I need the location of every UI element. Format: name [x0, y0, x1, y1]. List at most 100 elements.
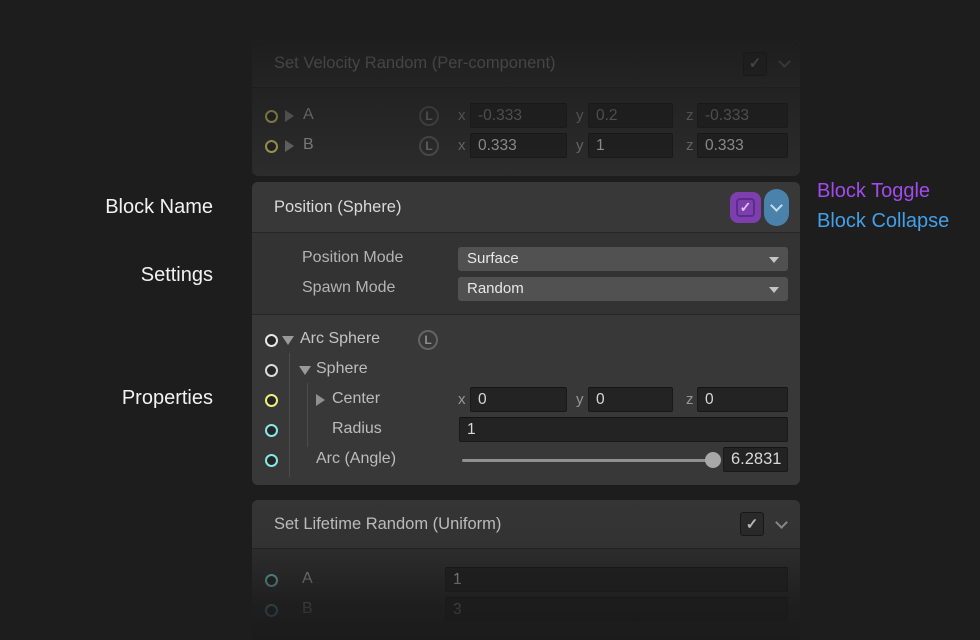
radius-field[interactable]: 1 [459, 417, 788, 442]
indent-guide [289, 383, 290, 417]
input-port[interactable] [265, 454, 278, 467]
local-space-icon[interactable]: L [419, 106, 439, 126]
input-port[interactable] [265, 574, 278, 587]
input-port[interactable] [265, 140, 278, 153]
property-row-arc-angle: Arc (Angle) 6.2831 [252, 445, 800, 475]
input-port[interactable] [265, 394, 278, 407]
slider-handle[interactable] [705, 452, 721, 468]
checkbox-box: ✓ [736, 198, 755, 217]
annotation-block-name: Block Name [0, 196, 213, 219]
x-field[interactable]: 0.333 [470, 133, 567, 158]
block-header[interactable]: Set Velocity Random (Per-component) ✓ [252, 40, 800, 87]
local-space-icon[interactable]: L [419, 136, 439, 156]
block-set-lifetime-random: Set Lifetime Random (Uniform) ✓ A 1 B 3 [252, 500, 800, 640]
position-mode-dropdown[interactable]: Surface [458, 247, 788, 271]
foldout-collapsed-icon[interactable] [285, 110, 294, 122]
input-port[interactable] [265, 364, 278, 377]
settings-section: Position Mode Surface Spawn Mode Random [252, 233, 800, 314]
block-collapse-button[interactable] [764, 189, 789, 226]
check-icon: ✓ [749, 56, 762, 71]
lock-letter: L [424, 333, 431, 347]
x-field[interactable]: -0.333 [470, 103, 567, 128]
vfx-graph-canvas: Block Name Settings Properties Block Tog… [0, 0, 980, 640]
annotation-block-collapse: Block Collapse [817, 210, 949, 233]
property-label: Arc Sphere [300, 330, 380, 348]
property-label: B [303, 136, 314, 154]
block-collapse-button[interactable] [777, 522, 786, 527]
property-label: A [303, 106, 314, 124]
indent-guide [289, 353, 290, 387]
setting-label: Spawn Mode [302, 279, 395, 297]
property-row-arc-sphere: Arc Sphere L [252, 325, 800, 355]
z-field[interactable]: -0.333 [697, 103, 788, 128]
lock-letter: L [425, 109, 432, 123]
property-row-sphere: Sphere [252, 355, 800, 385]
y-field[interactable]: 1 [588, 133, 673, 158]
property-label: A [302, 570, 313, 588]
annotation-block-toggle: Block Toggle [817, 180, 930, 203]
arc-angle-field[interactable]: 6.2831 [723, 447, 788, 472]
input-port[interactable] [265, 334, 278, 347]
z-field[interactable]: 0.333 [697, 133, 788, 158]
property-row-center: Center x 0 y 0 z 0 [252, 385, 800, 415]
axis-x-label: x [458, 391, 466, 408]
block-set-velocity-random: Set Velocity Random (Per-component) ✓ A … [252, 40, 800, 176]
property-label: Center [332, 390, 380, 408]
y-field[interactable]: 0 [588, 387, 673, 412]
arc-angle-slider[interactable] [462, 445, 713, 475]
block-body: A 1 B 3 [252, 549, 800, 625]
block-collapse-button[interactable] [780, 61, 789, 66]
axis-y-label: y [576, 391, 584, 408]
block-toggle-checkbox[interactable]: ✓ [730, 192, 761, 223]
property-row-a: A 1 [252, 565, 800, 595]
annotation-properties: Properties [0, 387, 213, 410]
setting-row: Position Mode Surface [252, 245, 800, 273]
local-space-icon[interactable]: L [418, 330, 438, 350]
input-port[interactable] [265, 110, 278, 123]
axis-z-label: z [686, 137, 694, 154]
axis-x-label: x [458, 137, 466, 154]
setting-row: Spawn Mode Random [252, 275, 800, 303]
spawn-mode-dropdown[interactable]: Random [458, 277, 788, 301]
value-field[interactable]: 3 [445, 597, 788, 622]
property-label: B [302, 600, 313, 618]
property-row-a: A L x -0.333 y 0.2 z -0.333 [252, 101, 800, 131]
block-enabled-checkbox[interactable]: ✓ [740, 512, 764, 536]
block-title: Position (Sphere) [274, 198, 730, 217]
z-field[interactable]: 0 [697, 387, 788, 412]
input-port[interactable] [265, 604, 278, 617]
property-row-b: B L x 0.333 y 1 z 0.333 [252, 131, 800, 161]
indent-guide [307, 383, 308, 417]
indent-guide [289, 443, 290, 477]
input-port[interactable] [265, 424, 278, 437]
axis-z-label: z [686, 107, 694, 124]
chevron-down-icon [778, 55, 791, 68]
property-label: Radius [332, 420, 382, 438]
foldout-collapsed-icon[interactable] [285, 140, 294, 152]
block-body: A L x -0.333 y 0.2 z -0.333 B L x 0.333 … [252, 88, 800, 161]
dropdown-value: Surface [467, 250, 519, 267]
lock-letter: L [425, 139, 432, 153]
dropdown-caret-icon [769, 257, 779, 263]
property-label: Sphere [316, 360, 368, 378]
axis-y-label: y [576, 107, 584, 124]
chevron-down-icon [770, 199, 783, 212]
check-icon: ✓ [746, 517, 759, 532]
value-field[interactable]: 1 [445, 567, 788, 592]
axis-x-label: x [458, 107, 466, 124]
foldout-expanded-icon[interactable] [282, 336, 294, 345]
dropdown-value: Random [467, 280, 524, 297]
block-header[interactable]: Position (Sphere) ✓ [252, 182, 800, 232]
property-label: Arc (Angle) [316, 450, 396, 468]
x-field[interactable]: 0 [470, 387, 567, 412]
block-enabled-checkbox[interactable]: ✓ [743, 52, 767, 76]
block-title: Set Lifetime Random (Uniform) [274, 515, 740, 534]
property-row-b: B 3 [252, 595, 800, 625]
y-field[interactable]: 0.2 [588, 103, 673, 128]
foldout-collapsed-icon[interactable] [316, 394, 325, 406]
indent-guide [307, 413, 308, 447]
block-header[interactable]: Set Lifetime Random (Uniform) ✓ [252, 500, 800, 548]
property-row-radius: Radius 1 [252, 415, 800, 445]
foldout-expanded-icon[interactable] [299, 366, 311, 375]
annotation-settings: Settings [0, 264, 213, 287]
